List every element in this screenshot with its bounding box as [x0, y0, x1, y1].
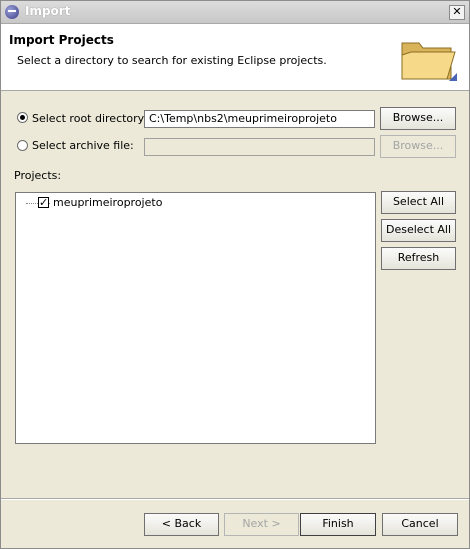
archive-file-radio[interactable]: [17, 140, 28, 151]
browse-archive-button[interactable]: Browse...: [380, 135, 456, 158]
projects-label: Projects:: [14, 169, 62, 182]
folder-icon: [401, 42, 457, 81]
refresh-button[interactable]: Refresh: [381, 247, 456, 270]
import-dialog: Import ✕ Import Projects Select a direct…: [0, 0, 470, 549]
projects-list[interactable]: ✓ meuprimeiroprojeto: [15, 192, 376, 444]
project-name: meuprimeiroprojeto: [53, 196, 163, 209]
page-title: Import Projects: [9, 33, 114, 47]
close-button[interactable]: ✕: [449, 5, 465, 20]
title-bar[interactable]: Import ✕: [1, 1, 469, 24]
back-button[interactable]: < Back: [144, 513, 219, 536]
cancel-button[interactable]: Cancel: [382, 513, 458, 536]
archive-file-label[interactable]: Select archive file:: [32, 139, 134, 152]
root-directory-input[interactable]: C:\Temp\nbs2\meuprimeiroprojeto: [144, 110, 375, 128]
window-title: Import: [25, 4, 71, 18]
select-all-button[interactable]: Select All: [381, 191, 456, 214]
archive-file-input[interactable]: [144, 138, 375, 156]
list-item[interactable]: ✓ meuprimeiroprojeto: [16, 195, 371, 211]
root-directory-radio[interactable]: [17, 112, 28, 123]
root-directory-label[interactable]: Select root directory:: [32, 112, 147, 125]
next-button[interactable]: Next >: [224, 513, 299, 536]
deselect-all-button[interactable]: Deselect All: [381, 219, 456, 242]
project-checkbox[interactable]: ✓: [38, 197, 49, 208]
browse-root-button[interactable]: Browse...: [380, 107, 456, 130]
page-description: Select a directory to search for existin…: [17, 54, 327, 67]
eclipse-icon: [5, 5, 19, 19]
finish-button[interactable]: Finish: [300, 513, 376, 536]
wizard-banner: Import Projects Select a directory to se…: [1, 24, 469, 91]
footer-separator: [1, 498, 469, 500]
